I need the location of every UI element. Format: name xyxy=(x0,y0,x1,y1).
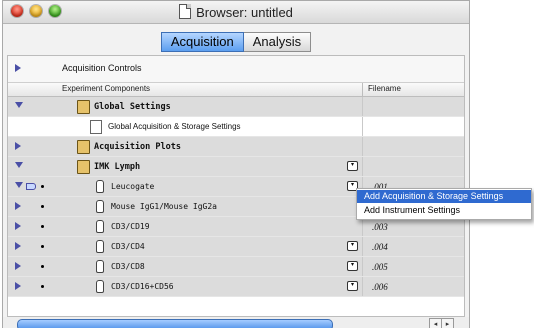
disclosure-triangle-right-icon[interactable] xyxy=(15,282,21,290)
tube-icon xyxy=(96,280,104,293)
document-icon xyxy=(179,4,192,19)
context-menu: Add Acquisition & Storage Settings Add I… xyxy=(356,188,532,220)
scroll-right-arrow-icon[interactable]: ▸ xyxy=(441,318,454,328)
browser-window: Browser: untitled Acquisition Analysis Ac… xyxy=(2,0,470,328)
filename-cell: .004 xyxy=(372,242,388,252)
row-label: Global Acquisition & Storage Settings xyxy=(108,122,241,131)
window-title: Browser: untitled xyxy=(196,5,293,20)
folder-icon xyxy=(77,160,90,174)
disclosure-triangle-right-icon[interactable] xyxy=(15,242,21,250)
popup-menu-icon[interactable]: ▾ xyxy=(347,241,358,251)
bullet-icon xyxy=(41,265,44,268)
column-divider xyxy=(362,157,363,176)
table-row[interactable]: Global Acquisition & Storage Settings xyxy=(8,117,464,137)
folder-icon xyxy=(77,100,90,114)
column-divider xyxy=(362,117,363,136)
disclosure-triangle-down-icon[interactable] xyxy=(15,162,23,168)
row-label: CD3/CD19 xyxy=(111,222,150,231)
row-label: Global Settings xyxy=(94,102,171,112)
disclosure-triangle-down-icon[interactable] xyxy=(15,182,23,188)
column-divider xyxy=(362,237,363,256)
column-divider xyxy=(362,257,363,276)
row-label: Mouse IgG1/Mouse IgG2a xyxy=(111,202,217,211)
table-row[interactable]: CD3/CD19 .003 xyxy=(8,217,464,237)
tube-icon xyxy=(96,240,104,253)
column-divider xyxy=(362,277,363,296)
filename-cell: .006 xyxy=(372,282,388,292)
popup-menu-icon[interactable]: ▾ xyxy=(347,161,358,171)
table-row[interactable]: CD3/CD16+CD56 ▾ .006 xyxy=(8,277,464,297)
filename-cell: .005 xyxy=(372,262,388,272)
current-tube-pointer-icon xyxy=(26,183,36,190)
acquisition-controls-label: Acquisition Controls xyxy=(62,63,142,73)
horizontal-scrollbar-thumb[interactable] xyxy=(17,319,333,328)
column-divider xyxy=(362,137,363,156)
table-row[interactable]: IMK Lymph ▾ xyxy=(8,157,464,177)
popup-menu-icon[interactable]: ▾ xyxy=(347,261,358,271)
tab-analysis[interactable]: Analysis xyxy=(243,32,312,52)
popup-menu-icon[interactable]: ▾ xyxy=(347,281,358,291)
bullet-icon xyxy=(41,285,44,288)
row-label: Acquisition Plots xyxy=(94,142,181,152)
disclosure-triangle-right-icon[interactable] xyxy=(15,142,21,150)
row-label: CD3/CD8 xyxy=(111,262,145,271)
menu-item-add-acquisition-storage-settings[interactable]: Add Acquisition & Storage Settings xyxy=(357,190,531,203)
tab-acquisition[interactable]: Acquisition xyxy=(160,32,244,52)
row-label: IMK Lymph xyxy=(94,162,141,172)
title-bar[interactable]: Browser: untitled xyxy=(3,1,469,24)
experiment-pane: Acquisition Controls Experiment Componen… xyxy=(7,55,465,317)
bullet-icon xyxy=(41,245,44,248)
column-divider xyxy=(362,83,363,96)
column-header-components[interactable]: Experiment Components xyxy=(62,84,150,93)
bullet-icon xyxy=(41,185,44,188)
tab-bar: Acquisition Analysis xyxy=(3,32,469,52)
tube-icon xyxy=(96,180,104,193)
row-label: CD3/CD4 xyxy=(111,242,145,251)
disclosure-triangle-right-icon[interactable] xyxy=(15,222,21,230)
window-title-area: Browser: untitled xyxy=(3,4,469,20)
filename-cell: .003 xyxy=(372,222,388,232)
menu-item-add-instrument-settings[interactable]: Add Instrument Settings xyxy=(357,204,531,217)
disclosure-triangle-right-icon[interactable] xyxy=(15,202,21,210)
tube-icon xyxy=(96,260,104,273)
row-label: Leucogate xyxy=(111,182,155,191)
row-label: CD3/CD16+CD56 xyxy=(111,282,174,291)
table-row[interactable]: CD3/CD4 ▾ .004 xyxy=(8,237,464,257)
settings-document-icon xyxy=(90,120,102,134)
bullet-icon xyxy=(41,205,44,208)
acquisition-controls-row[interactable]: Acquisition Controls xyxy=(8,56,464,83)
disclosure-triangle-down-icon[interactable] xyxy=(15,102,23,108)
disclosure-triangle-right-icon[interactable] xyxy=(15,64,21,72)
disclosure-triangle-right-icon[interactable] xyxy=(15,262,21,270)
column-divider xyxy=(362,97,363,116)
table-row[interactable]: CD3/CD8 ▾ .005 xyxy=(8,257,464,277)
table-header: Experiment Components Filename xyxy=(8,83,464,97)
bullet-icon xyxy=(41,225,44,228)
folder-icon xyxy=(77,140,90,154)
column-header-filename[interactable]: Filename xyxy=(368,84,401,93)
tube-icon xyxy=(96,200,104,213)
table-row[interactable]: Global Settings xyxy=(8,97,464,117)
table-row[interactable]: Acquisition Plots xyxy=(8,137,464,157)
tube-icon xyxy=(96,220,104,233)
